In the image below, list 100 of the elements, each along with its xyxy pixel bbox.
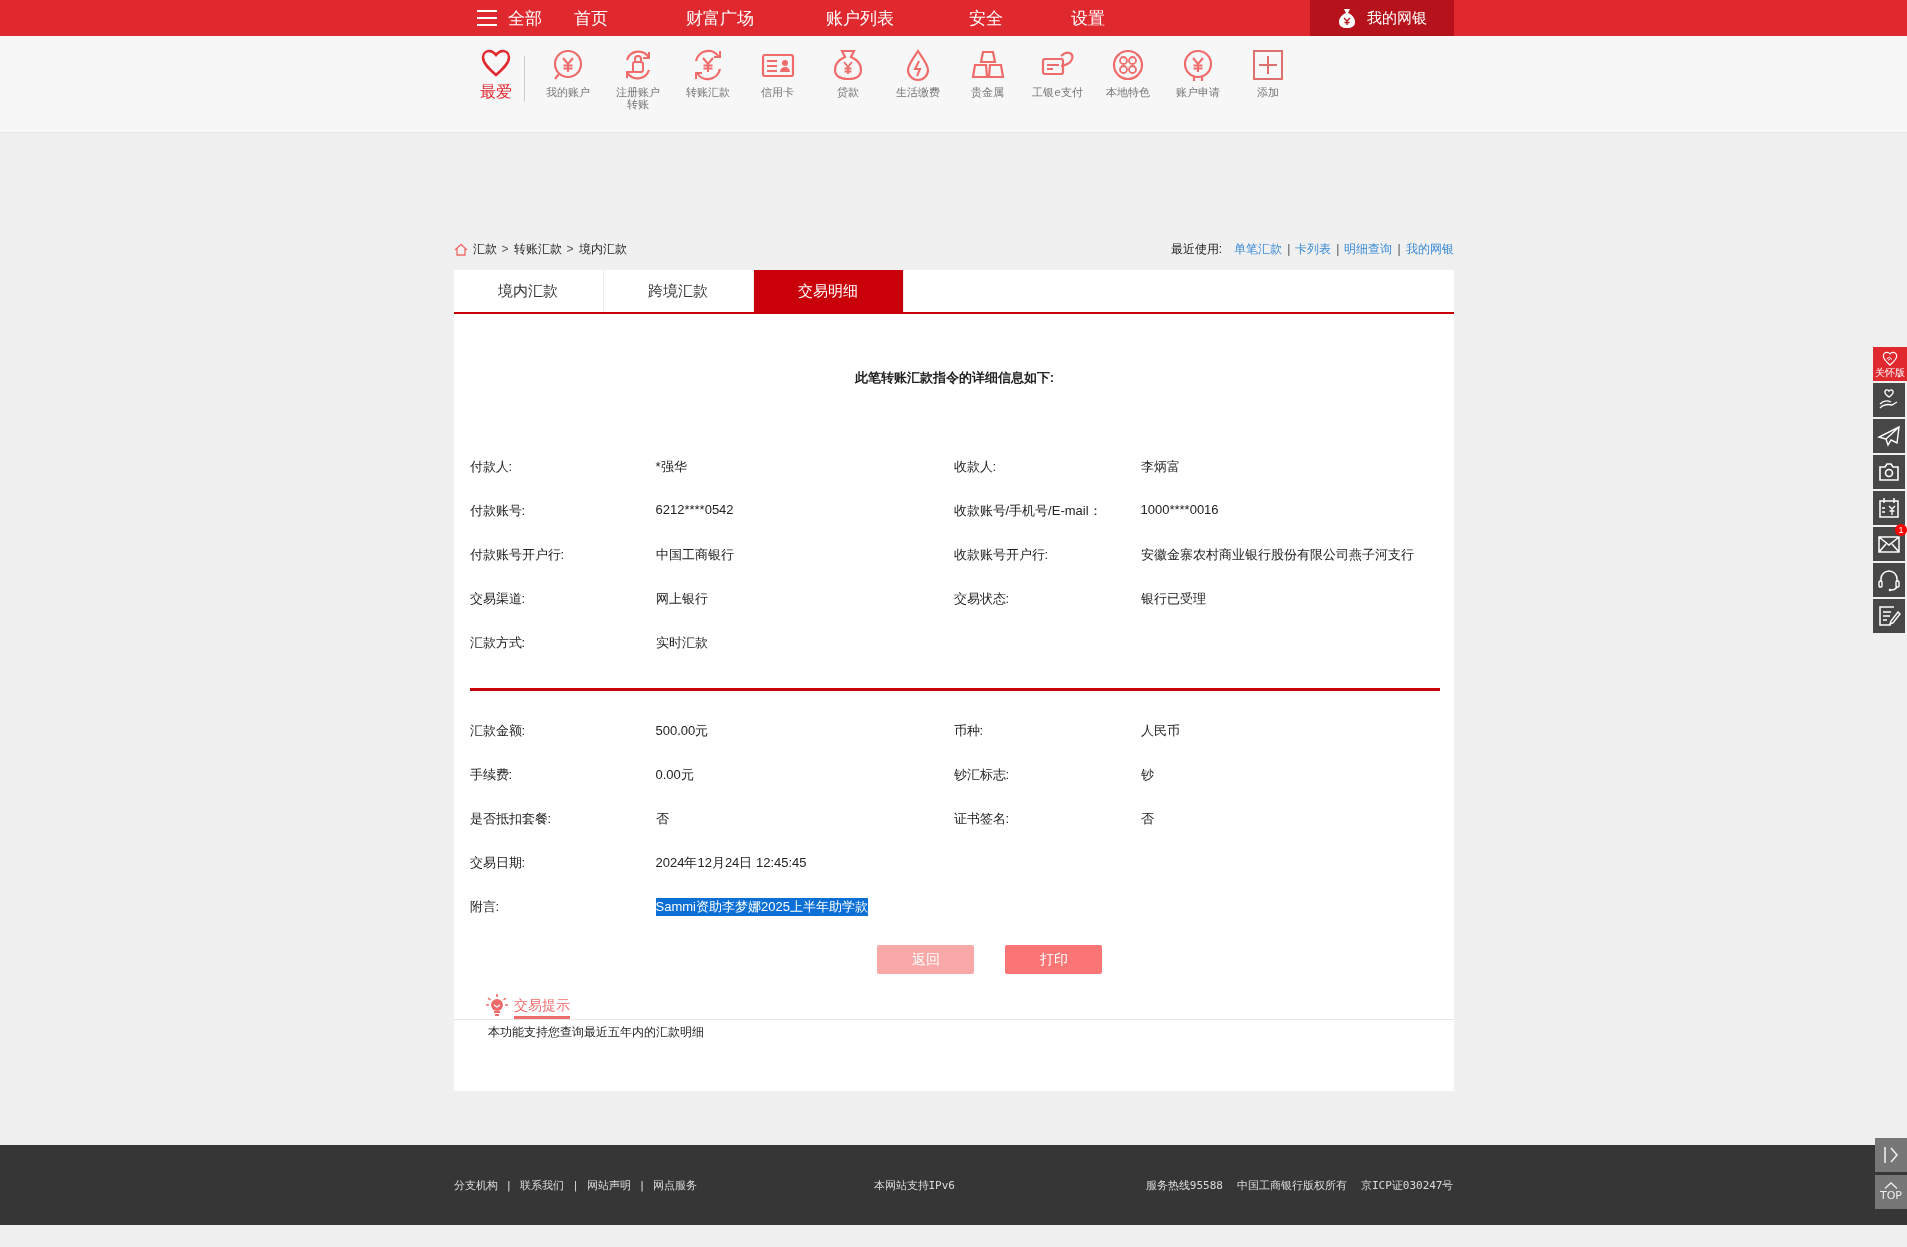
side-tool-button[interactable] (1873, 599, 1905, 633)
breadcrumb-link[interactable]: 境内汇款 (578, 240, 627, 258)
link-separator: | (1287, 242, 1291, 256)
side-tool-button[interactable] (1873, 455, 1905, 489)
add-icon (1250, 48, 1285, 82)
camera-icon (1877, 460, 1901, 484)
recent-link[interactable]: 单笔汇款 (1234, 240, 1283, 258)
breadcrumb-separator: > (501, 242, 509, 256)
field-value: 1000****0016 (1140, 502, 1220, 517)
favorites-item[interactable]: 最爱 (475, 48, 516, 110)
field-value: 否 (655, 810, 670, 828)
shortcut-item[interactable]: 添加 (1232, 48, 1303, 110)
detail-title: 此笔转账汇款指令的详细信息如下: (853, 369, 1056, 387)
field-value: 2024年12月24日 12:45:45 (655, 854, 808, 872)
nav-link[interactable]: 设置 (1070, 8, 1105, 28)
shortcut-item[interactable]: 转账汇款 (672, 48, 743, 110)
footer-link[interactable]: 分支机构 (453, 1177, 498, 1193)
link-separator: | (505, 1178, 513, 1192)
shortcut-item[interactable]: 生活缴费 (882, 48, 953, 110)
field-value: 李炳富 (1140, 458, 1181, 476)
breadcrumb-link[interactable]: 汇款 (472, 240, 497, 258)
shortcut-item[interactable]: 贵金属 (952, 48, 1023, 110)
link-separator: | (1336, 242, 1340, 256)
field-value: 0.00元 (655, 766, 695, 784)
field-label: 付款账号: (469, 502, 527, 520)
side-tool-button[interactable]: 1 (1873, 527, 1905, 561)
nav-link[interactable]: 安全 (968, 8, 1003, 28)
shortcut-item[interactable]: 本地特色 (1092, 48, 1163, 110)
field-value: *强华 (655, 458, 688, 476)
notification-badge: 1 (1895, 524, 1907, 536)
recent-link[interactable]: 我的网银 (1405, 240, 1454, 258)
field-label: 交易渠道: (469, 590, 527, 608)
collapse-button[interactable] (1875, 1138, 1907, 1172)
field-value: 否 (1140, 810, 1155, 828)
nav-link[interactable]: 首页 (573, 8, 608, 28)
shortcut-item[interactable]: 注册账户转账 (602, 48, 673, 110)
field-label: 收款账号开户行: (953, 546, 1050, 564)
print-button[interactable]: 打印 (1005, 945, 1102, 974)
field-label: 交易日期: (469, 854, 527, 872)
field-label: 收款人: (953, 458, 998, 476)
field-label: 汇款方式: (469, 634, 527, 652)
footer-info: 中国工商银行版权所有 (1236, 1177, 1347, 1193)
field-value: 6212****0542 (655, 502, 735, 517)
calendar-icon (1877, 496, 1901, 520)
footer-link[interactable]: 网站声明 (586, 1177, 631, 1193)
tip-title: 交易提示 (513, 997, 570, 1019)
collapse-arrow-icon (1882, 1145, 1900, 1165)
link-separator: | (638, 1178, 646, 1192)
breadcrumb-link[interactable]: 转账汇款 (513, 240, 562, 258)
my-bank-button[interactable]: 我的网银 (1309, 0, 1454, 36)
home-icon[interactable] (453, 242, 468, 256)
field-value: 中国工商银行 (655, 546, 735, 564)
headset-icon (1877, 568, 1901, 592)
field-label: 附言: (469, 898, 501, 916)
note-pencil-icon (1877, 604, 1901, 628)
footer-info: 服务热线95588 (1145, 1177, 1223, 1193)
back-to-top-button[interactable]: TOP (1875, 1175, 1907, 1209)
shortcut-item[interactable]: 账户申请 (1162, 48, 1233, 110)
tab[interactable]: 交易明细 (753, 270, 904, 312)
shortcut-item[interactable]: 贷款 (812, 48, 883, 110)
field-value: 500.00元 (655, 722, 710, 740)
field-label: 付款账号开户行: (469, 546, 566, 564)
paper-plane-icon (1877, 424, 1901, 448)
field-label: 手续费: (469, 766, 514, 784)
field-label: 证书签名: (953, 810, 1011, 828)
field-label: 付款人: (469, 458, 514, 476)
menu-icon[interactable] (475, 9, 498, 27)
footer-info: 京ICP证030247号 (1360, 1177, 1454, 1193)
side-tool-button[interactable] (1873, 383, 1905, 417)
nav-link[interactable]: 账户列表 (825, 8, 894, 28)
link-separator: | (1397, 242, 1401, 256)
link-separator: | (572, 1178, 579, 1192)
light-bulb-icon (485, 993, 508, 1017)
breadcrumb-separator: > (566, 242, 574, 256)
side-tool-button[interactable]: 关怀版 (1873, 347, 1907, 381)
recent-link[interactable]: 卡列表 (1295, 240, 1332, 258)
footer-link[interactable]: 联系我们 (520, 1177, 565, 1193)
field-value: 钞 (1140, 766, 1155, 784)
field-label: 交易状态: (953, 590, 1011, 608)
shortcut-item[interactable]: 我的账户 (532, 48, 603, 110)
side-tool-button[interactable] (1873, 419, 1905, 453)
field-value: Sammi资助李梦娜2025上半年助学款 (655, 898, 868, 916)
side-tool-button[interactable] (1873, 563, 1905, 597)
nav-link[interactable]: 财富广场 (685, 8, 754, 28)
field-label: 汇款金额: (469, 722, 527, 740)
nav-link[interactable]: 全部 (507, 6, 542, 30)
handshake-heart-icon (1881, 350, 1899, 367)
field-label: 币种: (953, 722, 985, 740)
ipv6-note: 本网站支持IPv6 (873, 1178, 955, 1192)
field-value: 安徽金寨农村商业银行股份有限公司燕子河支行 (1140, 546, 1415, 564)
footer-link[interactable]: 网点服务 (653, 1177, 698, 1193)
recent-link[interactable]: 明细查询 (1344, 240, 1393, 258)
field-value: 人民币 (1140, 722, 1181, 740)
shortcut-item[interactable]: 信用卡 (742, 48, 813, 110)
caret-up-icon (1884, 1182, 1898, 1189)
side-tool-button[interactable] (1873, 491, 1905, 525)
tip-text: 本功能支持您查询最近五年内的汇款明细 (486, 1024, 705, 1041)
field-value: 银行已受理 (1140, 590, 1207, 608)
shortcut-item[interactable]: 工银e支付 (1022, 48, 1093, 110)
field-value: 实时汇款 (655, 634, 709, 652)
